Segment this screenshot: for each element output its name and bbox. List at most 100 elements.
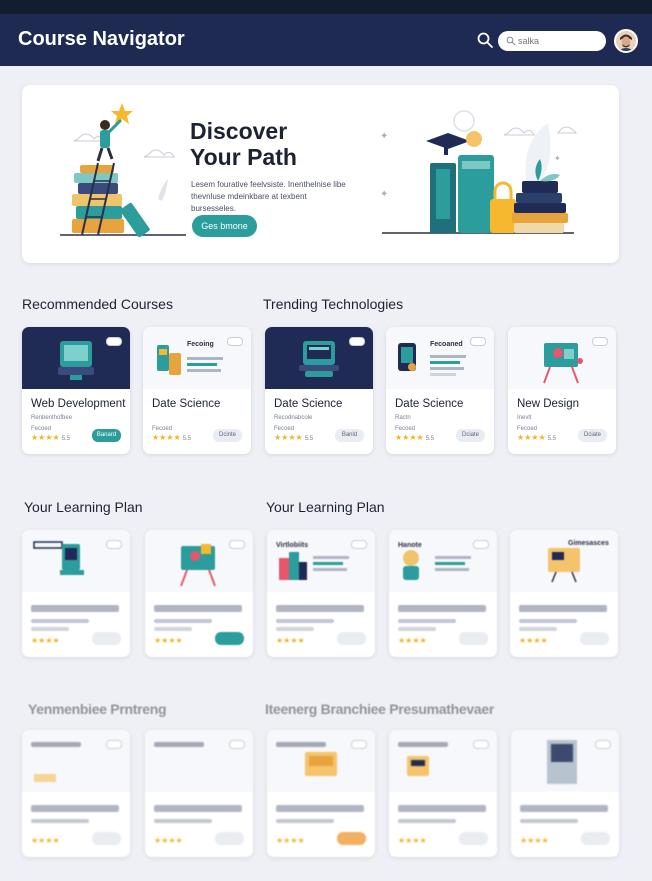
card-subtitle: Renbenthofbee: [31, 415, 73, 421]
card-subtitle-placeholder: [520, 819, 578, 823]
section-title-learning-plan: Your Learning Plan: [266, 499, 385, 515]
star-rating: ★★★★ 5.5: [395, 433, 435, 442]
card-action-button[interactable]: Dcinte: [213, 429, 242, 442]
card-thumbnail: [265, 327, 373, 389]
card-badge: [470, 337, 486, 346]
card-action-button[interactable]: Banard: [92, 429, 121, 442]
card-subtitle-placeholder: [398, 619, 456, 623]
card-meta-placeholder: [154, 627, 192, 631]
course-card[interactable]: ★★★★: [145, 730, 253, 857]
card-action-button[interactable]: [215, 832, 244, 845]
card-subtitle-placeholder: [519, 619, 577, 623]
card-action-button[interactable]: [92, 632, 121, 645]
card-title-placeholder: [276, 605, 364, 612]
plan-card[interactable]: ★★★★: [145, 530, 253, 657]
card-title-placeholder: [154, 605, 242, 612]
card-badge: [229, 540, 245, 549]
card-badge: [592, 337, 608, 346]
section-title-bottom-left: Yenmenbiee Prntreng: [28, 701, 167, 717]
plan-card[interactable]: Gimesasces ★★★★: [510, 530, 618, 657]
card-subtitle-placeholder: [276, 819, 334, 823]
star-rating: ★★★★ 5.5: [274, 433, 314, 442]
thumbnail-heading: Hanote: [398, 542, 422, 549]
section-title-bottom-right: Iteenerg Branchiee Presumathevaer: [265, 701, 494, 717]
course-card[interactable]: Date Science Recodnabcole Fecoed ★★★★ 5.5…: [265, 327, 373, 454]
star-rating: ★★★★: [154, 636, 183, 645]
card-action-button[interactable]: [581, 832, 610, 845]
card-meta-placeholder: [31, 627, 69, 631]
card-badge: [106, 540, 122, 549]
plan-card[interactable]: ★★★★: [22, 530, 130, 657]
card-action-button[interactable]: [459, 632, 488, 645]
card-action-button[interactable]: [459, 832, 488, 845]
window-top-strip: [0, 0, 652, 14]
card-thumbnail: [145, 730, 253, 792]
course-card[interactable]: Fecoaned Date Science Ractn Fecoed ★★★★ 5…: [386, 327, 494, 454]
card-thumbnail: Fecoing: [143, 327, 251, 389]
card-title-placeholder: [520, 805, 608, 812]
card-badge: [473, 540, 489, 549]
svg-text:✦: ✦: [554, 154, 561, 163]
hero-cta-button[interactable]: Ges bmone: [192, 215, 257, 237]
card-subtitle-placeholder: [31, 619, 89, 623]
card-action-button[interactable]: [215, 632, 244, 645]
course-card[interactable]: ★★★★: [511, 730, 619, 857]
card-subtitle-placeholder: [154, 619, 212, 623]
card-action-button[interactable]: [337, 632, 366, 645]
star-rating: ★★★★ 5.5: [517, 433, 557, 442]
thumbnail-heading: Gimesasces: [568, 540, 609, 547]
app-title[interactable]: Course Navigator: [18, 28, 185, 51]
card-badge: [106, 337, 122, 346]
card-action-button[interactable]: Dciate: [456, 429, 485, 442]
star-rating: ★★★★: [31, 836, 60, 845]
search-field-icon: [506, 36, 516, 46]
avatar[interactable]: [614, 29, 638, 53]
learning-tools-illustration: ✦ ✦ ✦: [380, 110, 578, 234]
star-rating: ★★★★: [276, 836, 305, 845]
card-thumbnail: [22, 327, 130, 389]
card-title-placeholder: [398, 605, 486, 612]
card-action-button[interactable]: Dciate: [578, 429, 607, 442]
star-rating: ★★★★ 5.5: [31, 433, 71, 442]
card-badge: [106, 740, 122, 749]
card-action-button[interactable]: [337, 832, 366, 845]
thumbnail-heading-placeholder: [31, 742, 81, 747]
user-portrait-icon: [616, 31, 636, 51]
card-title-placeholder: [398, 805, 486, 812]
course-card[interactable]: Fecoing Date Science Fecoed ★★★★ 5.5 Dcin…: [143, 327, 251, 454]
card-title-placeholder: [31, 605, 119, 612]
star-rating: ★★★★: [398, 836, 427, 845]
card-badge: [229, 740, 245, 749]
hero-banner: Discover Your Path Lesem fourative feelv…: [22, 85, 619, 263]
card-badge: [351, 740, 367, 749]
svg-text:✦: ✦: [380, 131, 388, 142]
course-card[interactable]: ★★★★: [22, 730, 130, 857]
search-icon[interactable]: [476, 31, 494, 49]
card-action-button[interactable]: [580, 632, 609, 645]
card-subtitle: Inevlt: [517, 415, 532, 421]
card-subtitle-placeholder: [398, 819, 456, 823]
card-title-placeholder: [519, 605, 607, 612]
hero-description: Lesem fourative feelvsiste. Inenthelnise…: [191, 180, 346, 213]
plan-card[interactable]: Hanote ★★★★: [389, 530, 497, 657]
card-badge: [473, 740, 489, 749]
climbing-books-illustration: [60, 103, 186, 238]
thumbnail-heading: Fecoaned: [430, 341, 463, 348]
card-thumbnail: Gimesasces: [510, 530, 618, 592]
card-action-button[interactable]: Banld: [335, 429, 364, 442]
star-rating: ★★★★: [31, 636, 60, 645]
plan-card[interactable]: Virtlobiits ★★★★: [267, 530, 375, 657]
star-rating: ★★★★: [520, 836, 549, 845]
course-card[interactable]: Web Development Renbenthofbee Fecoed ★★★…: [22, 327, 130, 454]
course-card[interactable]: New Design Inevlt Fecoed ★★★★ 5.5 Dciate: [508, 327, 616, 454]
thumbnail-heading: Fecoing: [187, 341, 214, 348]
course-card[interactable]: ★★★★: [389, 730, 497, 857]
card-action-button[interactable]: [92, 832, 121, 845]
card-thumbnail: [389, 730, 497, 792]
navbar: Course Navigator: [0, 14, 652, 66]
star-rating: ★★★★: [154, 836, 183, 845]
course-card[interactable]: ★★★★: [267, 730, 375, 857]
thumbnail-heading-placeholder: [276, 742, 326, 747]
hero-title: Discover Your Path: [190, 118, 297, 170]
card-meta: Fecoed: [395, 426, 416, 432]
